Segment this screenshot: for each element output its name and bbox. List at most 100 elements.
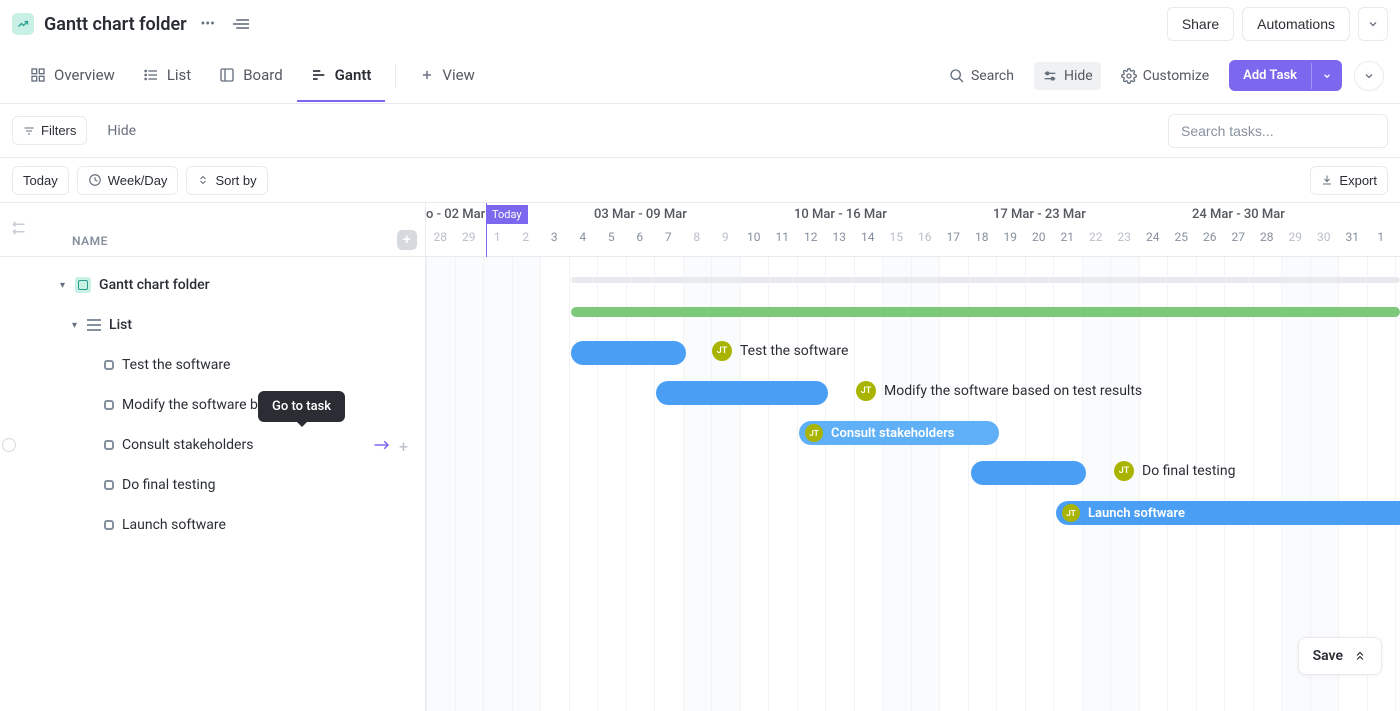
- expand-panel-button[interactable]: [1354, 61, 1384, 91]
- customize-label: Customize: [1143, 68, 1209, 84]
- add-column-button[interactable]: +: [397, 230, 417, 250]
- export-button[interactable]: Export: [1310, 166, 1388, 195]
- gantt-controls: Today Week/Day Sort by Export: [0, 158, 1400, 202]
- day-cell: 7: [654, 230, 683, 256]
- gantt-bar[interactable]: [656, 381, 828, 405]
- goto-task-icon[interactable]: [373, 439, 391, 451]
- back-arrow-icon[interactable]: [8, 221, 26, 235]
- day-cell: 9: [711, 230, 740, 256]
- task-label: Launch software: [122, 517, 226, 533]
- task-label: Do final testing: [122, 477, 215, 493]
- tab-board[interactable]: Board: [205, 50, 296, 102]
- row-actions: +: [373, 437, 415, 453]
- week-labels: o - 02 Mar03 Mar - 09 Mar10 Mar - 16 Mar…: [426, 203, 1400, 231]
- week-label: 24 Mar - 30 Mar: [1192, 207, 1285, 222]
- summary-bar[interactable]: [571, 307, 1400, 317]
- avatar[interactable]: JT: [1114, 461, 1134, 481]
- today-button[interactable]: Today: [12, 166, 69, 195]
- task-row[interactable]: Test the software: [0, 345, 425, 385]
- tab-gantt-label: Gantt: [335, 66, 372, 84]
- avatar[interactable]: JT: [856, 381, 876, 401]
- gantt-bar[interactable]: JT Consult stakeholders: [799, 421, 999, 445]
- day-labels: 2829123456789101112131415161718192021222…: [426, 230, 1395, 256]
- day-cell: 27: [1224, 230, 1253, 256]
- select-circle[interactable]: [2, 438, 16, 452]
- bar-text: Launch software: [1088, 506, 1185, 521]
- header-more-button[interactable]: [1358, 7, 1388, 41]
- gantt-bar-label: JT Modify the software based on test res…: [856, 381, 1142, 401]
- task-label: Test the software: [122, 357, 230, 373]
- collapse-icon[interactable]: ▾: [72, 320, 77, 331]
- save-label: Save: [1313, 648, 1343, 664]
- day-cell: 29: [1281, 230, 1310, 256]
- task-row[interactable]: Consult stakeholders +: [0, 425, 425, 465]
- day-cell: 10: [740, 230, 769, 256]
- day-cell: 12: [797, 230, 826, 256]
- week-label: 17 Mar - 23 Mar: [993, 207, 1086, 222]
- scale-button[interactable]: Week/Day: [77, 166, 179, 195]
- collapse-icon[interactable]: ▾: [60, 280, 65, 291]
- scroll-track[interactable]: [571, 277, 1400, 283]
- sort-button[interactable]: Sort by: [186, 166, 267, 195]
- day-cell: 24: [1139, 230, 1168, 256]
- day-cell: 11: [768, 230, 797, 256]
- more-menu-icon[interactable]: •••: [197, 12, 219, 36]
- grid-lines: [426, 257, 1400, 711]
- views-tabs: Overview List Board Gantt View: [16, 50, 489, 102]
- status-icon: [104, 440, 114, 450]
- day-cell: 13: [825, 230, 854, 256]
- day-cell: 20: [1025, 230, 1054, 256]
- tree-list-row[interactable]: ▾ List: [0, 305, 425, 345]
- share-button[interactable]: Share: [1167, 7, 1234, 41]
- customize-tool[interactable]: Customize: [1113, 62, 1217, 90]
- task-row[interactable]: Do final testing: [0, 465, 425, 505]
- gantt-bar[interactable]: [971, 461, 1086, 485]
- add-task-chevron-icon[interactable]: [1311, 63, 1342, 89]
- name-column-label: NAME: [72, 234, 108, 248]
- day-cell: 28: [1253, 230, 1282, 256]
- avatar[interactable]: JT: [712, 341, 732, 361]
- search-tool[interactable]: Search: [941, 62, 1022, 90]
- filters-button[interactable]: Filters: [12, 116, 87, 145]
- filter-bar: Filters Hide: [0, 104, 1400, 158]
- automations-button[interactable]: Automations: [1242, 7, 1350, 41]
- header-right: Share Automations: [1167, 7, 1388, 41]
- avatar[interactable]: JT: [805, 424, 823, 442]
- task-row[interactable]: Modify the software b: [0, 385, 425, 425]
- search-label: Search: [971, 68, 1014, 84]
- bar-text: Consult stakeholders: [831, 426, 954, 441]
- gantt-bar[interactable]: JT Launch software: [1056, 501, 1400, 525]
- tab-list[interactable]: List: [129, 50, 205, 102]
- gantt-bar[interactable]: [571, 341, 686, 365]
- hide-filters-button[interactable]: Hide: [97, 123, 146, 139]
- day-cell: 4: [569, 230, 598, 256]
- tab-list-label: List: [167, 66, 191, 84]
- add-task-button[interactable]: Add Task: [1229, 60, 1342, 91]
- export-label: Export: [1339, 173, 1377, 188]
- tab-gantt[interactable]: Gantt: [297, 50, 386, 102]
- avatar[interactable]: JT: [1062, 504, 1080, 522]
- day-cell: 22: [1082, 230, 1111, 256]
- timeline-header: o - 02 Mar03 Mar - 09 Mar10 Mar - 16 Mar…: [426, 203, 1400, 257]
- views-bar: Overview List Board Gantt View Search Hi…: [0, 48, 1400, 104]
- tree-folder-row[interactable]: ▾ Gantt chart folder: [0, 265, 425, 305]
- tab-overview[interactable]: Overview: [16, 50, 129, 102]
- page-title: Gantt chart folder: [44, 14, 187, 35]
- add-task-label[interactable]: Add Task: [1229, 60, 1311, 91]
- scale-label: Week/Day: [108, 173, 168, 188]
- folder-icon: [12, 13, 34, 35]
- views-tools: Search Hide Customize Add Task: [941, 60, 1384, 91]
- hide-tool[interactable]: Hide: [1034, 62, 1101, 90]
- status-icon: [104, 520, 114, 530]
- save-button[interactable]: Save: [1298, 637, 1382, 675]
- gantt-timeline[interactable]: o - 02 Mar03 Mar - 09 Mar10 Mar - 16 Mar…: [426, 203, 1400, 711]
- task-row[interactable]: Launch software: [0, 505, 425, 545]
- day-cell: 2: [512, 230, 541, 256]
- day-cell: 16: [911, 230, 940, 256]
- add-view-button[interactable]: View: [406, 50, 488, 102]
- bar-text: Modify the software based on test result…: [884, 383, 1142, 399]
- search-tasks-input[interactable]: [1168, 114, 1388, 148]
- collapse-icon[interactable]: [229, 13, 253, 35]
- add-subtask-icon[interactable]: +: [399, 437, 415, 453]
- sort-label: Sort by: [215, 173, 256, 188]
